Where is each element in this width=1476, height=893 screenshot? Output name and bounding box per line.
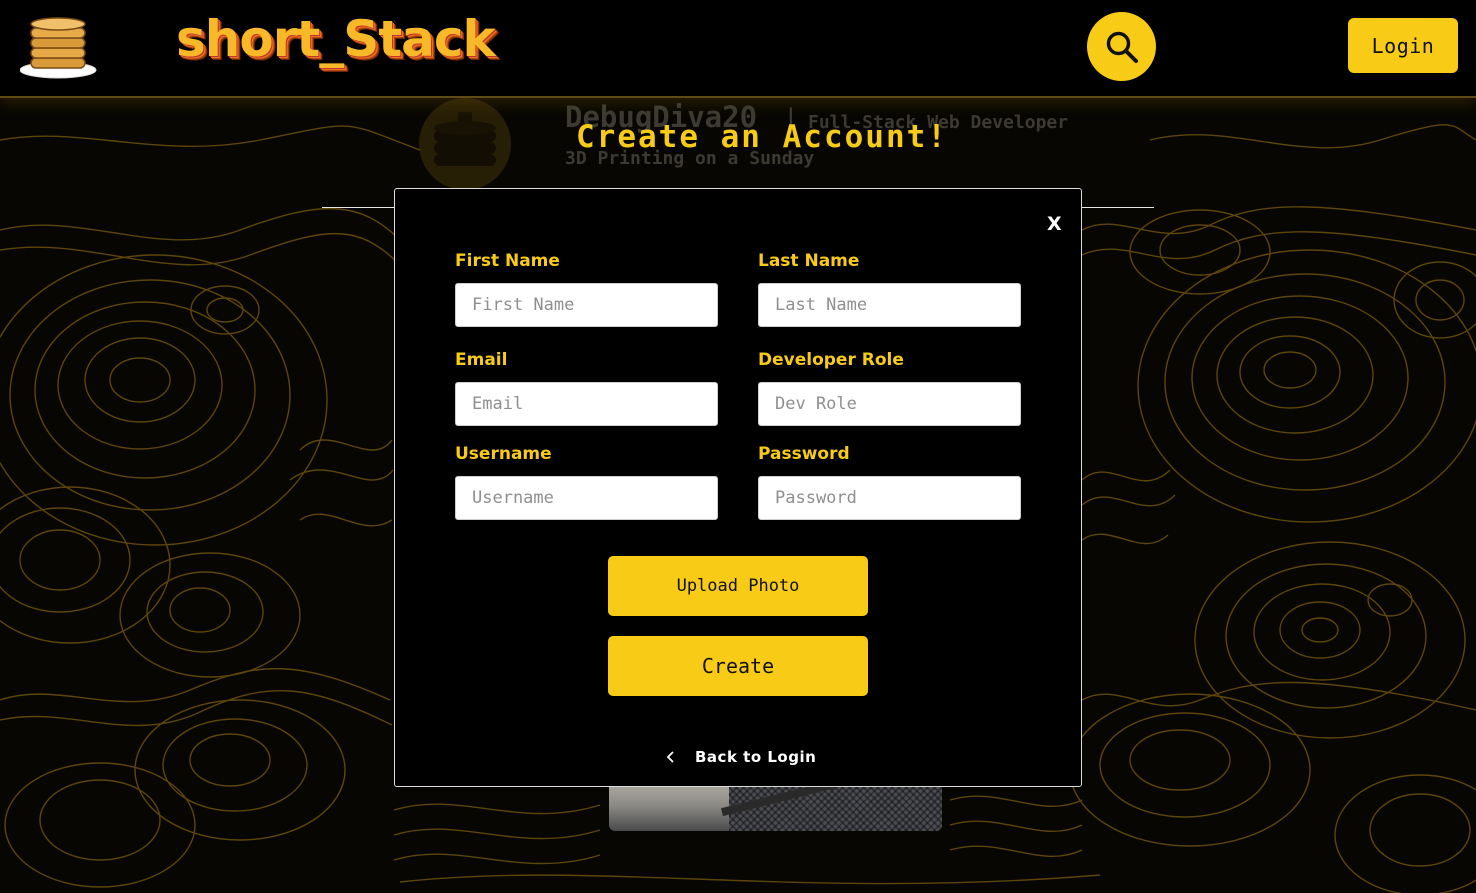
password-field: Password bbox=[758, 444, 1021, 520]
password-label: Password bbox=[758, 444, 850, 464]
brand-logo[interactable]: short_Stack bbox=[176, 10, 496, 68]
search-icon bbox=[1106, 31, 1138, 63]
top-navbar: short_Stack Login bbox=[0, 0, 1476, 98]
email-field: Email bbox=[455, 350, 718, 426]
first-name-input[interactable] bbox=[455, 283, 718, 327]
developer-role-label: Developer Role bbox=[758, 350, 904, 370]
last-name-input[interactable] bbox=[758, 283, 1021, 327]
create-account-modal: X First Name Last Name Email Developer R… bbox=[394, 188, 1082, 787]
username-field: Username bbox=[455, 444, 718, 520]
profile-avatar bbox=[414, 98, 516, 190]
page: short_Stack Login DebugDiva20 | Full-Sta… bbox=[0, 0, 1476, 893]
back-to-login-link[interactable]: Back to Login bbox=[665, 746, 816, 768]
username-input[interactable] bbox=[455, 476, 718, 520]
pancake-stack-icon[interactable] bbox=[19, 16, 98, 80]
password-input[interactable] bbox=[758, 476, 1021, 520]
search-button[interactable] bbox=[1087, 12, 1156, 81]
modal-title: Create an Account! bbox=[576, 119, 948, 155]
email-label: Email bbox=[455, 350, 508, 370]
developer-role-input[interactable] bbox=[758, 382, 1021, 426]
back-to-login-label: Back to Login bbox=[695, 748, 817, 766]
email-input[interactable] bbox=[455, 382, 718, 426]
chevron-left-icon bbox=[666, 751, 674, 763]
upload-photo-button[interactable]: Upload Photo bbox=[608, 556, 868, 616]
create-button[interactable]: Create bbox=[608, 636, 868, 696]
first-name-field: First Name bbox=[455, 251, 718, 327]
post-photo bbox=[609, 780, 942, 831]
username-label: Username bbox=[455, 444, 552, 464]
last-name-label: Last Name bbox=[758, 251, 860, 271]
close-button[interactable]: X bbox=[1047, 213, 1062, 235]
developer-role-field: Developer Role bbox=[758, 350, 1021, 426]
last-name-field: Last Name bbox=[758, 251, 1021, 327]
login-button[interactable]: Login bbox=[1348, 18, 1458, 73]
first-name-label: First Name bbox=[455, 251, 560, 271]
